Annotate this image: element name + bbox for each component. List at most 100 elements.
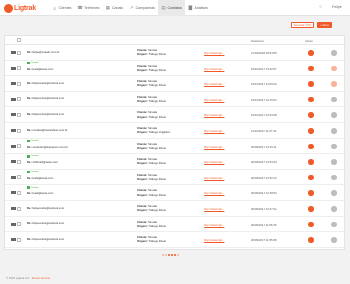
terms-link[interactable]: Termos de Uso <box>31 276 50 280</box>
user-menu[interactable]: Felipe <box>332 5 342 9</box>
new-contact-button[interactable]: + Novo <box>317 22 333 28</box>
status-icon[interactable] <box>331 237 337 243</box>
status-icon[interactable] <box>331 190 337 196</box>
row-checkbox[interactable] <box>17 159 21 164</box>
from-label: De: <box>27 160 32 165</box>
reply-icon[interactable] <box>308 237 314 243</box>
row-checkbox[interactable] <box>17 237 21 242</box>
status-icon[interactable] <box>331 206 337 212</box>
nav-item-5[interactable]: ▇ Análises <box>185 0 211 16</box>
reply-icon[interactable] <box>308 50 314 56</box>
status-icon[interactable] <box>331 96 337 103</box>
export-csv-button[interactable]: Exportar CSV <box>291 22 315 28</box>
page-dot-active[interactable] <box>168 254 170 256</box>
table-row[interactable]: De: felipecustie@outlook.com Cliente: Sin… <box>5 232 346 248</box>
pagination[interactable] <box>162 254 179 256</box>
page-dot[interactable] <box>177 254 179 256</box>
reply-icon[interactable] <box>308 81 314 87</box>
page-dot[interactable] <box>162 254 164 256</box>
contact-tag: Contato <box>27 186 38 189</box>
table-row[interactable]: Contato De: testa@testa.com Cliente: Sinca… <box>5 170 346 186</box>
status-icon[interactable] <box>331 50 337 56</box>
row-checkbox[interactable] <box>17 97 21 102</box>
bar-chart-icon: ▇ <box>188 5 193 10</box>
table-row[interactable]: Contato De: 1231123@teste.com Cliente: Sin… <box>5 154 346 170</box>
page-link[interactable]: http://www.ligtr... <box>204 98 224 102</box>
status-icon[interactable] <box>331 143 337 150</box>
page-link[interactable]: http://www.ligtr... <box>204 207 224 211</box>
page-link[interactable]: http://www.ligtr... <box>204 82 224 86</box>
status-icon[interactable] <box>331 174 337 181</box>
origin-value: Tráfego Direto <box>148 223 167 228</box>
page-link[interactable]: http://www.ligtr... <box>204 145 224 149</box>
table-row[interactable]: Contato De: testa@teste.com Cliente: Sinca… <box>5 185 346 201</box>
nav-item-1[interactable]: ☎ Telefones <box>74 0 102 16</box>
row-checkbox[interactable] <box>17 206 21 211</box>
reply-icon[interactable] <box>308 128 314 134</box>
reply-icon[interactable] <box>308 190 314 196</box>
table-row[interactable]: De: contato@lowcasheio.com.br Cliente: Si… <box>5 123 346 139</box>
from-field: De: felipecustie@outlook.com <box>27 237 64 241</box>
status-icon[interactable] <box>331 128 337 134</box>
page-link[interactable]: http://www.ligtr... <box>204 191 224 195</box>
row-datetime: 20/09/2017 12:28:53 <box>251 191 277 196</box>
page-dot[interactable] <box>174 254 176 256</box>
table-row[interactable]: Contato De: vendedor@lospeloco.com.br Clie… <box>5 139 346 155</box>
table-row[interactable]: De: felipecustie@outlook.com Cliente: Sin… <box>5 217 346 233</box>
bell-icon[interactable]: ○ <box>319 4 324 10</box>
reply-icon[interactable] <box>308 206 314 212</box>
nav-item-0[interactable]: ☺ Clientes <box>49 0 74 16</box>
reply-icon[interactable] <box>308 221 314 228</box>
from-email: felipecustie@outlook.com <box>32 80 65 85</box>
row-checkbox[interactable] <box>17 190 21 195</box>
row-checkbox[interactable] <box>17 175 21 180</box>
origin-label: Origem: <box>137 208 148 213</box>
table-row[interactable]: De: felipecustie@outlook.com Cliente: Sin… <box>5 76 346 92</box>
page-link[interactable]: http://www.ligtr... <box>204 238 224 242</box>
row-checkbox[interactable] <box>17 66 21 71</box>
row-checkbox[interactable] <box>17 50 21 55</box>
page-link[interactable]: http://www.ligtr... <box>204 176 224 180</box>
row-checkbox[interactable] <box>17 144 21 149</box>
select-all-checkbox[interactable] <box>17 38 21 42</box>
nav-item-2[interactable]: ▦ Canais <box>102 0 126 16</box>
page-dot[interactable] <box>171 254 173 256</box>
from-email: contato@lowcasheio.com.br <box>32 127 68 132</box>
page-dot[interactable] <box>165 254 167 256</box>
table-row[interactable]: Contato De: testa@teste.com Cliente: Sinca… <box>5 61 346 77</box>
reply-icon[interactable] <box>308 65 314 72</box>
row-checkbox[interactable] <box>17 112 21 117</box>
reply-icon[interactable] <box>308 112 314 118</box>
reply-icon[interactable] <box>308 143 314 150</box>
from-field: De: felipecustie@outlook.com <box>27 96 64 100</box>
table-row[interactable]: De: felipecustie@outlook.com Cliente: Sin… <box>5 201 346 217</box>
page-link[interactable]: http://www.ligtr... <box>204 129 224 133</box>
page-link[interactable]: http://www.ligtr... <box>204 223 224 227</box>
status-icon[interactable] <box>331 159 337 165</box>
page-link[interactable]: http://www.ligtr... <box>204 67 224 71</box>
row-checkbox[interactable] <box>17 128 21 133</box>
origin-value: Tráfego Direto <box>148 83 167 88</box>
origin-label: Origem: <box>137 192 148 197</box>
reply-icon[interactable] <box>308 174 314 181</box>
nav-item-3[interactable]: ↗ Campanhas <box>126 0 158 16</box>
reply-icon[interactable] <box>308 96 314 103</box>
page-link[interactable]: http://www.ligtr... <box>204 160 224 164</box>
header-actions: Ações <box>305 39 313 43</box>
table-row[interactable]: De: felipe@coaatri.com.br Cliente: Sincal… <box>5 45 346 61</box>
origin-label: Origem: <box>137 161 148 166</box>
row-checkbox[interactable] <box>17 222 21 227</box>
status-icon[interactable] <box>331 81 337 87</box>
table-row[interactable]: De: felipecustie@outlook.com Cliente: Sin… <box>5 107 346 123</box>
status-icon[interactable] <box>331 112 337 118</box>
brand-logo[interactable]: Ligtrak <box>4 3 36 13</box>
table-row[interactable]: De: felipecustie@outlook.com Cliente: Sin… <box>5 92 346 108</box>
status-icon[interactable] <box>331 221 337 228</box>
reply-icon[interactable] <box>308 159 314 165</box>
row-checkbox[interactable] <box>17 81 21 86</box>
status-icon[interactable] <box>331 65 337 72</box>
nav-item-4[interactable]: ▤ Contatos <box>157 0 185 16</box>
page-link[interactable]: http://www.ligtr... <box>204 51 224 55</box>
page-link[interactable]: http://www.ligtr... <box>204 113 224 117</box>
row-datetime: 16/10/2017 12:04:48 <box>251 113 277 118</box>
